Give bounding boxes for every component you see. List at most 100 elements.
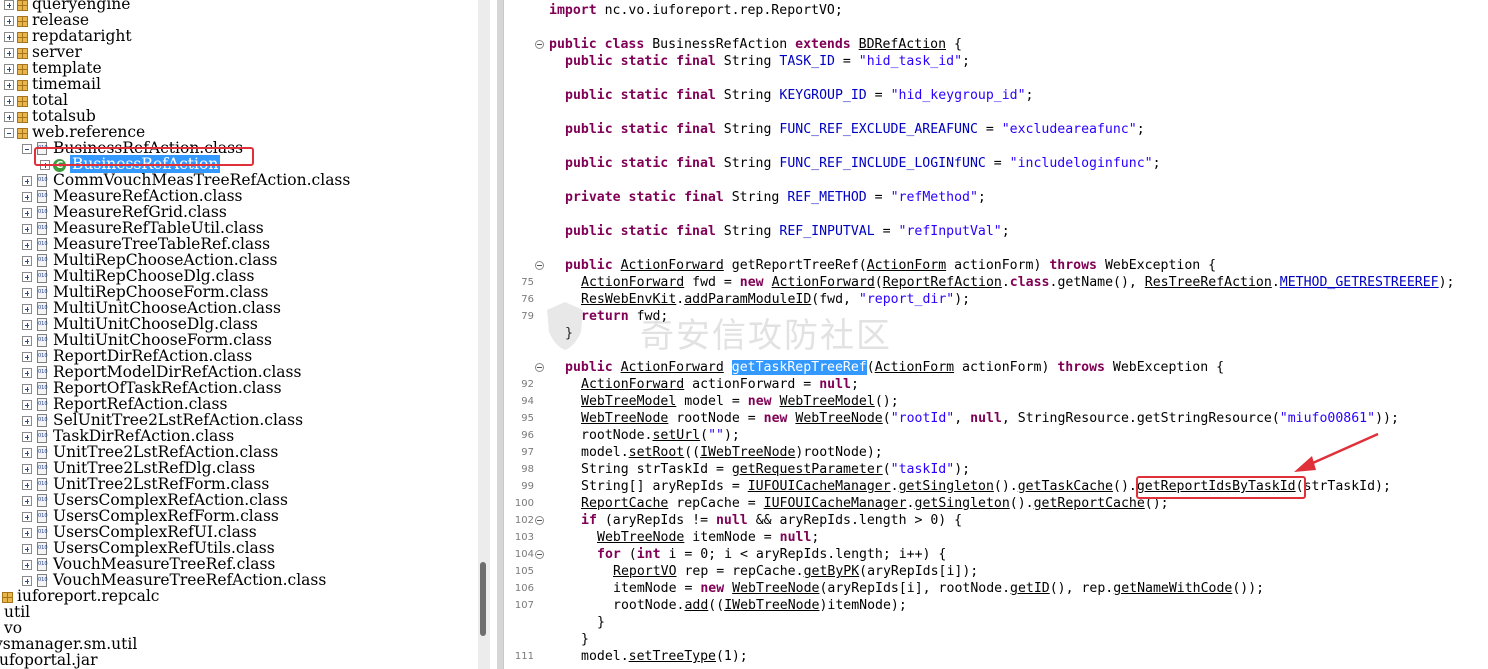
code-line[interactable]: WebTreeNode itemNode = null; xyxy=(597,529,819,546)
code-line[interactable]: rootNode.add((IWebTreeNode)itemNode); xyxy=(613,597,907,614)
fold-collapse-icon[interactable] xyxy=(535,550,544,559)
code-line[interactable]: itemNode = new WebTreeNode(aryRepIds[i],… xyxy=(613,580,1264,597)
code-line[interactable]: ReportVO rep = repCache.getByPK(aryRepId… xyxy=(613,563,978,580)
tree-item[interactable]: 010 UsersComplexRefUI.class xyxy=(22,524,257,540)
tree-item[interactable]: 010 TaskDirRefAction.class xyxy=(22,428,234,444)
code-line[interactable]: if (aryRepIds != null && aryRepIds.lengt… xyxy=(581,512,962,529)
tree-item[interactable]: 010 ReportDirRefAction.class xyxy=(22,348,252,364)
code-line[interactable]: model.setTreeType(1); xyxy=(581,648,748,665)
tree-item[interactable]: 010 MultiUnitChooseForm.class xyxy=(22,332,272,348)
code-line[interactable]: public class BusinessRefAction extends B… xyxy=(549,36,962,53)
expand-icon[interactable] xyxy=(22,208,32,218)
tree-item[interactable]: 010 UnitTree2LstRefAction.class xyxy=(22,444,278,460)
expand-icon[interactable] xyxy=(22,320,32,330)
explorer-scrollbar-thumb[interactable] xyxy=(480,562,486,636)
code-line[interactable]: ReportCache repCache = IUFOUICacheManage… xyxy=(581,495,1169,512)
code-line[interactable]: } xyxy=(597,614,605,631)
code-line[interactable]: public ActionForward getReportTreeRef(Ac… xyxy=(565,257,1216,274)
expand-icon[interactable] xyxy=(22,448,32,458)
code-line[interactable]: ActionForward actionForward = null; xyxy=(581,376,859,393)
tree-item[interactable]: 010 MultiUnitChooseAction.class xyxy=(22,300,281,316)
expand-icon[interactable] xyxy=(22,336,32,346)
tree-item[interactable]: release xyxy=(4,12,89,28)
tree-item[interactable]: 010 MultiRepChooseForm.class xyxy=(22,284,268,300)
expand-icon[interactable] xyxy=(4,96,14,106)
fold-collapse-icon[interactable] xyxy=(535,40,544,49)
expand-icon[interactable] xyxy=(22,432,32,442)
code-line[interactable]: } xyxy=(565,325,573,342)
expand-icon[interactable] xyxy=(22,496,32,506)
expand-icon[interactable] xyxy=(4,48,14,58)
expand-icon[interactable] xyxy=(22,480,32,490)
expand-icon[interactable] xyxy=(22,576,32,586)
code-line[interactable]: for (int i = 0; i < aryRepIds.length; i+… xyxy=(597,546,946,563)
code-line[interactable]: import nc.vo.iuforeport.rep.ReportVO; xyxy=(549,2,843,19)
tree-item[interactable]: 010 UsersComplexRefForm.class xyxy=(22,508,279,524)
expand-icon[interactable] xyxy=(22,512,32,522)
tree-item[interactable]: 010 ReportModelDirRefAction.class xyxy=(22,364,301,380)
tree-item[interactable]: 010 MultiRepChooseDlg.class xyxy=(22,268,254,284)
tree-item[interactable]: 010 VouchMeasureTreeRefAction.class xyxy=(22,572,326,588)
expand-icon[interactable] xyxy=(22,560,32,570)
expand-icon[interactable] xyxy=(22,368,32,378)
expand-icon[interactable] xyxy=(22,400,32,410)
fold-collapse-icon[interactable] xyxy=(535,516,544,525)
tree-item[interactable]: server xyxy=(4,44,82,60)
expand-icon[interactable] xyxy=(4,16,14,26)
expand-icon[interactable] xyxy=(22,544,32,554)
fold-collapse-icon[interactable] xyxy=(535,261,544,270)
code-line[interactable]: public static final String KEYGROUP_ID =… xyxy=(565,87,1034,104)
tree-item[interactable]: 010 ReportOfTaskRefAction.class xyxy=(22,380,282,396)
expand-icon[interactable] xyxy=(22,176,32,186)
fold-collapse-icon[interactable] xyxy=(535,363,544,372)
code-line[interactable]: return fwd; xyxy=(581,308,668,325)
collapse-icon[interactable] xyxy=(22,144,32,154)
expand-icon[interactable] xyxy=(22,272,32,282)
tree-item[interactable]: 010 MeasureRefAction.class xyxy=(22,188,242,204)
tree-item[interactable]: ysmanager.sm.util xyxy=(0,636,137,652)
tree-item[interactable]: 010 MultiUnitChooseDlg.class xyxy=(22,316,258,332)
expand-icon[interactable] xyxy=(22,288,32,298)
expand-icon[interactable] xyxy=(22,304,32,314)
expand-icon[interactable] xyxy=(22,464,32,474)
expand-icon[interactable] xyxy=(22,224,32,234)
tree-item[interactable]: 010 VouchMeasureTreeRef.class xyxy=(22,556,275,572)
code-line[interactable]: public static final String FUNC_REF_EXCL… xyxy=(565,121,1145,138)
expand-icon[interactable] xyxy=(22,352,32,362)
tree-item[interactable]: web.reference xyxy=(4,124,145,140)
tree-item[interactable]: 010 CommVouchMeasTreeRefAction.class xyxy=(22,172,350,188)
code-line[interactable]: model.setRoot((IWebTreeNode)rootNode); xyxy=(581,444,883,461)
expand-icon[interactable] xyxy=(4,0,14,10)
tree-item[interactable]: util xyxy=(4,604,30,620)
code-line[interactable]: ActionForward fwd = new ActionForward(Re… xyxy=(581,274,1454,291)
tree-item[interactable]: 010 SelUnitTree2LstRefAction.class xyxy=(22,412,303,428)
tree-item[interactable]: repdataright xyxy=(4,28,132,44)
tree-item[interactable]: 010 MultiRepChooseAction.class xyxy=(22,252,278,268)
expand-icon[interactable] xyxy=(4,64,14,74)
code-line[interactable]: public static final String TASK_ID = "hi… xyxy=(565,53,970,70)
tree-item[interactable]: 010 UsersComplexRefUtils.class xyxy=(22,540,275,556)
expand-icon[interactable] xyxy=(22,256,32,266)
expand-icon[interactable] xyxy=(22,384,32,394)
tree-item[interactable]: 010 MeasureTreeTableRef.class xyxy=(22,236,270,252)
tree-item[interactable]: totalsub xyxy=(4,108,96,124)
code-line[interactable]: ResWebEnvKit.addParamModuleID(fwd, "repo… xyxy=(581,291,970,308)
code-line[interactable]: WebTreeModel model = new WebTreeModel(); xyxy=(581,393,899,410)
expand-icon[interactable] xyxy=(22,528,32,538)
tree-item[interactable]: timemail xyxy=(4,76,101,92)
code-editor[interactable]: import nc.vo.iuforeport.rep.ReportVO; pub… xyxy=(503,0,1488,669)
expand-icon[interactable] xyxy=(4,80,14,90)
expand-icon[interactable] xyxy=(22,240,32,250)
tree-item[interactable]: 010 ReportRefAction.class xyxy=(22,396,227,412)
code-line[interactable]: private static final String REF_METHOD =… xyxy=(565,189,986,206)
code-line[interactable]: public static final String FUNC_REF_INCL… xyxy=(565,155,1161,172)
code-line[interactable]: public static final String REF_INPUTVAL … xyxy=(565,223,1010,240)
code-line[interactable]: rootNode.setUrl(""); xyxy=(581,427,740,444)
code-line[interactable]: WebTreeNode rootNode = new WebTreeNode("… xyxy=(581,410,1399,427)
tree-item[interactable]: 010 MeasureRefGrid.class xyxy=(22,204,227,220)
tree-item[interactable]: template xyxy=(4,60,102,76)
expand-icon[interactable] xyxy=(22,192,32,202)
tree-item[interactable]: iufoportal.jar xyxy=(0,652,97,668)
tree-item[interactable]: 010 UsersComplexRefAction.class xyxy=(22,492,288,508)
tree-item[interactable]: iuforeport.repcalc xyxy=(2,588,159,604)
